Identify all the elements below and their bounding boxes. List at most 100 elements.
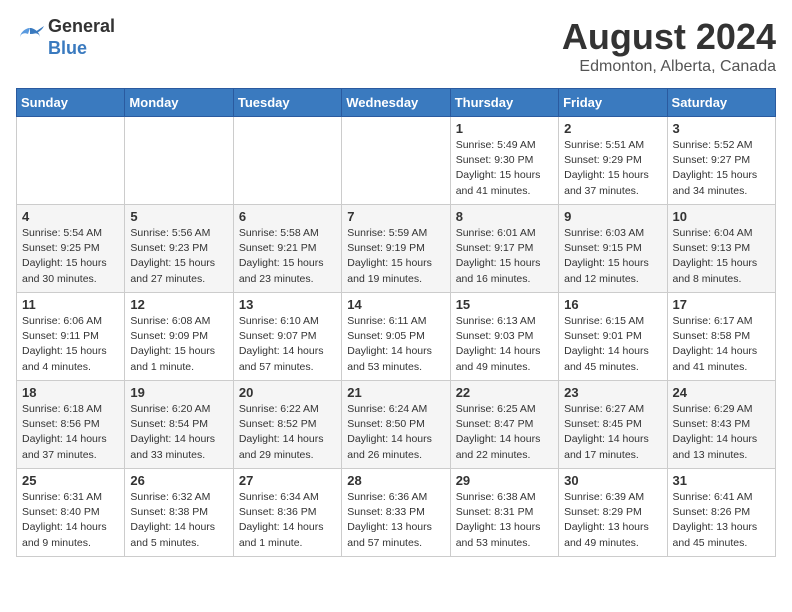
- day-number: 10: [673, 209, 770, 224]
- month-year-title: August 2024: [562, 16, 776, 58]
- weekday-header-thursday: Thursday: [450, 89, 558, 117]
- day-number: 30: [564, 473, 661, 488]
- day-info: Sunrise: 6:24 AMSunset: 8:50 PMDaylight:…: [347, 402, 444, 463]
- calendar-cell: 25 Sunrise: 6:31 AMSunset: 8:40 PMDayligh…: [17, 469, 125, 557]
- day-info: Sunrise: 6:22 AMSunset: 8:52 PMDaylight:…: [239, 402, 336, 463]
- day-number: 28: [347, 473, 444, 488]
- day-number: 19: [130, 385, 227, 400]
- calendar-week-1: 1 Sunrise: 5:49 AMSunset: 9:30 PMDaylight…: [17, 117, 776, 205]
- calendar-cell: 5Sunrise: 5:56 AMSunset: 9:23 PMDaylight…: [125, 205, 233, 293]
- calendar-cell: [17, 117, 125, 205]
- day-info: Sunrise: 6:25 AMSunset: 8:47 PMDaylight:…: [456, 402, 553, 463]
- calendar-cell: 23 Sunrise: 6:27 AMSunset: 8:45 PMDayligh…: [559, 381, 667, 469]
- calendar-cell: 19 Sunrise: 6:20 AMSunset: 8:54 PMDayligh…: [125, 381, 233, 469]
- calendar-cell: 3Sunrise: 5:52 AMSunset: 9:27 PMDaylight…: [667, 117, 775, 205]
- calendar-cell: 24 Sunrise: 6:29 AMSunset: 8:43 PMDayligh…: [667, 381, 775, 469]
- day-number: 20: [239, 385, 336, 400]
- day-info: Sunrise: 5:58 AMSunset: 9:21 PMDaylight:…: [239, 226, 336, 287]
- calendar-cell: 11 Sunrise: 6:06 AMSunset: 9:11 PMDayligh…: [17, 293, 125, 381]
- day-number: 9: [564, 209, 661, 224]
- day-number: 26: [130, 473, 227, 488]
- day-info: Sunrise: 6:01 AMSunset: 9:17 PMDaylight:…: [456, 226, 553, 287]
- day-info: Sunrise: 6:32 AMSunset: 8:38 PMDaylight:…: [130, 490, 227, 551]
- day-number: 23: [564, 385, 661, 400]
- calendar-cell: 26 Sunrise: 6:32 AMSunset: 8:38 PMDayligh…: [125, 469, 233, 557]
- day-info: Sunrise: 6:08 AMSunset: 9:09 PMDaylight:…: [130, 314, 227, 375]
- day-number: 6: [239, 209, 336, 224]
- calendar-cell: 16Sunrise: 6:15 AMSunset: 9:01 PMDayligh…: [559, 293, 667, 381]
- day-info: Sunrise: 6:17 AMSunset: 8:58 PMDaylight:…: [673, 314, 770, 375]
- calendar-cell: 12 Sunrise: 6:08 AMSunset: 9:09 PMDayligh…: [125, 293, 233, 381]
- logo-text: General Blue: [48, 16, 115, 59]
- day-number: 29: [456, 473, 553, 488]
- day-number: 4: [22, 209, 119, 224]
- day-info: Sunrise: 6:10 AMSunset: 9:07 PMDaylight:…: [239, 314, 336, 375]
- calendar-cell: 18Sunrise: 6:18 AMSunset: 8:56 PMDayligh…: [17, 381, 125, 469]
- day-number: 5: [130, 209, 227, 224]
- calendar-cell: 8 Sunrise: 6:01 AMSunset: 9:17 PMDaylight…: [450, 205, 558, 293]
- calendar-week-2: 4 Sunrise: 5:54 AMSunset: 9:25 PMDaylight…: [17, 205, 776, 293]
- calendar-cell: 10 Sunrise: 6:04 AMSunset: 9:13 PMDayligh…: [667, 205, 775, 293]
- weekday-header-tuesday: Tuesday: [233, 89, 341, 117]
- calendar-header-row: SundayMondayTuesdayWednesdayThursdayFrid…: [17, 89, 776, 117]
- day-number: 15: [456, 297, 553, 312]
- day-number: 14: [347, 297, 444, 312]
- calendar-week-4: 18Sunrise: 6:18 AMSunset: 8:56 PMDayligh…: [17, 381, 776, 469]
- calendar-cell: 15Sunrise: 6:13 AMSunset: 9:03 PMDayligh…: [450, 293, 558, 381]
- day-number: 12: [130, 297, 227, 312]
- logo-bird-icon: [16, 24, 44, 52]
- weekday-header-wednesday: Wednesday: [342, 89, 450, 117]
- calendar-cell: 21Sunrise: 6:24 AMSunset: 8:50 PMDayligh…: [342, 381, 450, 469]
- day-number: 24: [673, 385, 770, 400]
- day-number: 1: [456, 121, 553, 136]
- calendar-cell: 2 Sunrise: 5:51 AMSunset: 9:29 PMDaylight…: [559, 117, 667, 205]
- calendar-cell: 9 Sunrise: 6:03 AMSunset: 9:15 PMDaylight…: [559, 205, 667, 293]
- day-info: Sunrise: 6:20 AMSunset: 8:54 PMDaylight:…: [130, 402, 227, 463]
- day-info: Sunrise: 5:51 AMSunset: 9:29 PMDaylight:…: [564, 138, 661, 199]
- weekday-header-sunday: Sunday: [17, 89, 125, 117]
- day-info: Sunrise: 6:27 AMSunset: 8:45 PMDaylight:…: [564, 402, 661, 463]
- calendar-cell: 20 Sunrise: 6:22 AMSunset: 8:52 PMDayligh…: [233, 381, 341, 469]
- day-info: Sunrise: 5:59 AMSunset: 9:19 PMDaylight:…: [347, 226, 444, 287]
- day-info: Sunrise: 6:31 AMSunset: 8:40 PMDaylight:…: [22, 490, 119, 551]
- day-number: 7: [347, 209, 444, 224]
- calendar-cell: 13 Sunrise: 6:10 AMSunset: 9:07 PMDayligh…: [233, 293, 341, 381]
- weekday-header-saturday: Saturday: [667, 89, 775, 117]
- calendar-cell: 27 Sunrise: 6:34 AMSunset: 8:36 PMDayligh…: [233, 469, 341, 557]
- title-block: August 2024 Edmonton, Alberta, Canada: [562, 16, 776, 76]
- day-number: 8: [456, 209, 553, 224]
- day-info: Sunrise: 6:06 AMSunset: 9:11 PMDaylight:…: [22, 314, 119, 375]
- day-number: 11: [22, 297, 119, 312]
- calendar-week-5: 25 Sunrise: 6:31 AMSunset: 8:40 PMDayligh…: [17, 469, 776, 557]
- calendar-cell: 17 Sunrise: 6:17 AMSunset: 8:58 PMDayligh…: [667, 293, 775, 381]
- location-subtitle: Edmonton, Alberta, Canada: [562, 58, 776, 76]
- day-info: Sunrise: 6:03 AMSunset: 9:15 PMDaylight:…: [564, 226, 661, 287]
- day-number: 17: [673, 297, 770, 312]
- page-header: General Blue August 2024 Edmonton, Alber…: [16, 16, 776, 76]
- calendar-cell: 7 Sunrise: 5:59 AMSunset: 9:19 PMDaylight…: [342, 205, 450, 293]
- day-info: Sunrise: 6:36 AMSunset: 8:33 PMDaylight:…: [347, 490, 444, 551]
- calendar-cell: 29 Sunrise: 6:38 AMSunset: 8:31 PMDayligh…: [450, 469, 558, 557]
- day-number: 13: [239, 297, 336, 312]
- calendar-cell: [125, 117, 233, 205]
- day-info: Sunrise: 6:38 AMSunset: 8:31 PMDaylight:…: [456, 490, 553, 551]
- weekday-header-monday: Monday: [125, 89, 233, 117]
- logo-blue: Blue: [48, 38, 87, 58]
- day-number: 27: [239, 473, 336, 488]
- calendar-table: SundayMondayTuesdayWednesdayThursdayFrid…: [16, 88, 776, 557]
- calendar-week-3: 11 Sunrise: 6:06 AMSunset: 9:11 PMDayligh…: [17, 293, 776, 381]
- day-info: Sunrise: 5:49 AMSunset: 9:30 PMDaylight:…: [456, 138, 553, 199]
- day-number: 22: [456, 385, 553, 400]
- logo-general: General: [48, 16, 115, 36]
- calendar-cell: 1 Sunrise: 5:49 AMSunset: 9:30 PMDaylight…: [450, 117, 558, 205]
- day-info: Sunrise: 6:04 AMSunset: 9:13 PMDaylight:…: [673, 226, 770, 287]
- calendar-cell: 4 Sunrise: 5:54 AMSunset: 9:25 PMDaylight…: [17, 205, 125, 293]
- day-number: 18: [22, 385, 119, 400]
- day-info: Sunrise: 6:29 AMSunset: 8:43 PMDaylight:…: [673, 402, 770, 463]
- day-number: 2: [564, 121, 661, 136]
- calendar-cell: 31Sunrise: 6:41 AMSunset: 8:26 PMDayligh…: [667, 469, 775, 557]
- day-number: 25: [22, 473, 119, 488]
- day-info: Sunrise: 5:54 AMSunset: 9:25 PMDaylight:…: [22, 226, 119, 287]
- day-info: Sunrise: 6:34 AMSunset: 8:36 PMDaylight:…: [239, 490, 336, 551]
- day-number: 31: [673, 473, 770, 488]
